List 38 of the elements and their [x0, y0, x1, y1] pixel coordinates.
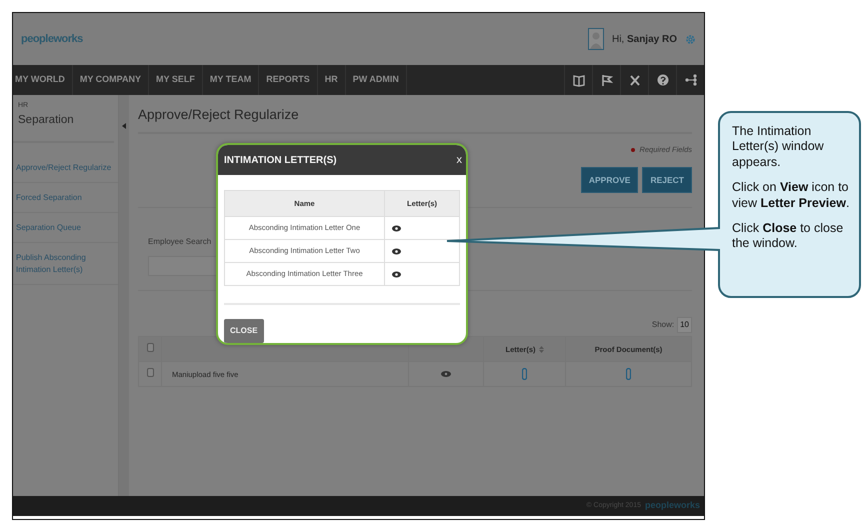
- help-icon[interactable]: [656, 74, 668, 86]
- paperclip-icon[interactable]: [626, 368, 631, 380]
- nav-menu-item[interactable]: REPORTS: [259, 65, 318, 95]
- row-checkbox[interactable]: [146, 368, 154, 378]
- callout-text: Click Close to close the window.: [732, 220, 844, 252]
- close-button[interactable]: CLOSE: [224, 319, 264, 343]
- user-greeting: Hi, Sanjay RO: [612, 32, 677, 46]
- sidebar-link[interactable]: Approve/Reject Regularize: [13, 152, 118, 183]
- show-label: Show:: [652, 319, 674, 332]
- flag-icon[interactable]: [600, 74, 612, 86]
- action-button[interactable]: REJECT: [642, 166, 692, 194]
- nav-menu-item[interactable]: MY TEAM: [202, 65, 260, 95]
- view-icon[interactable]: [392, 248, 401, 254]
- close-button[interactable]: x: [456, 152, 462, 168]
- sidebar-link[interactable]: Publish Absconding Intimation Letter(s): [13, 243, 118, 285]
- share-icon[interactable]: [684, 74, 696, 86]
- action-button[interactable]: APPROVE: [580, 166, 638, 194]
- modal-title: INTIMATION LETTER(S): [224, 154, 337, 168]
- search-label: Employee Search: [148, 236, 212, 248]
- book-icon[interactable]: [572, 74, 584, 86]
- nav-menu-item[interactable]: MY SELF: [149, 65, 203, 95]
- select-all-checkbox[interactable]: [146, 343, 154, 352]
- sidebar-link[interactable]: Separation Queue: [13, 213, 118, 244]
- sidebar-title: Separation: [13, 112, 114, 143]
- nav-menu-item[interactable]: HR: [318, 65, 346, 95]
- required-dot-icon: [631, 148, 636, 152]
- nav-menu-item[interactable]: PW ADMIN: [346, 65, 407, 95]
- nav-menu-item[interactable]: MY WORLD: [13, 65, 73, 95]
- view-icon[interactable]: [392, 224, 401, 232]
- paperclip-icon[interactable]: [522, 368, 527, 380]
- collapse-arrow-icon[interactable]: [122, 123, 126, 129]
- footer-logo: peopleworks: [644, 499, 700, 512]
- page-title: Approve/Reject Regularize: [138, 105, 692, 134]
- page-size-select[interactable]: 10: [677, 317, 692, 334]
- sidebar-link[interactable]: Forced Separation: [13, 182, 118, 214]
- callout-text: Click on View icon to view Letter Preview.: [732, 180, 850, 211]
- view-icon[interactable]: [392, 270, 401, 278]
- callout-text: The Intimation Letter(s) window appears.: [732, 124, 825, 170]
